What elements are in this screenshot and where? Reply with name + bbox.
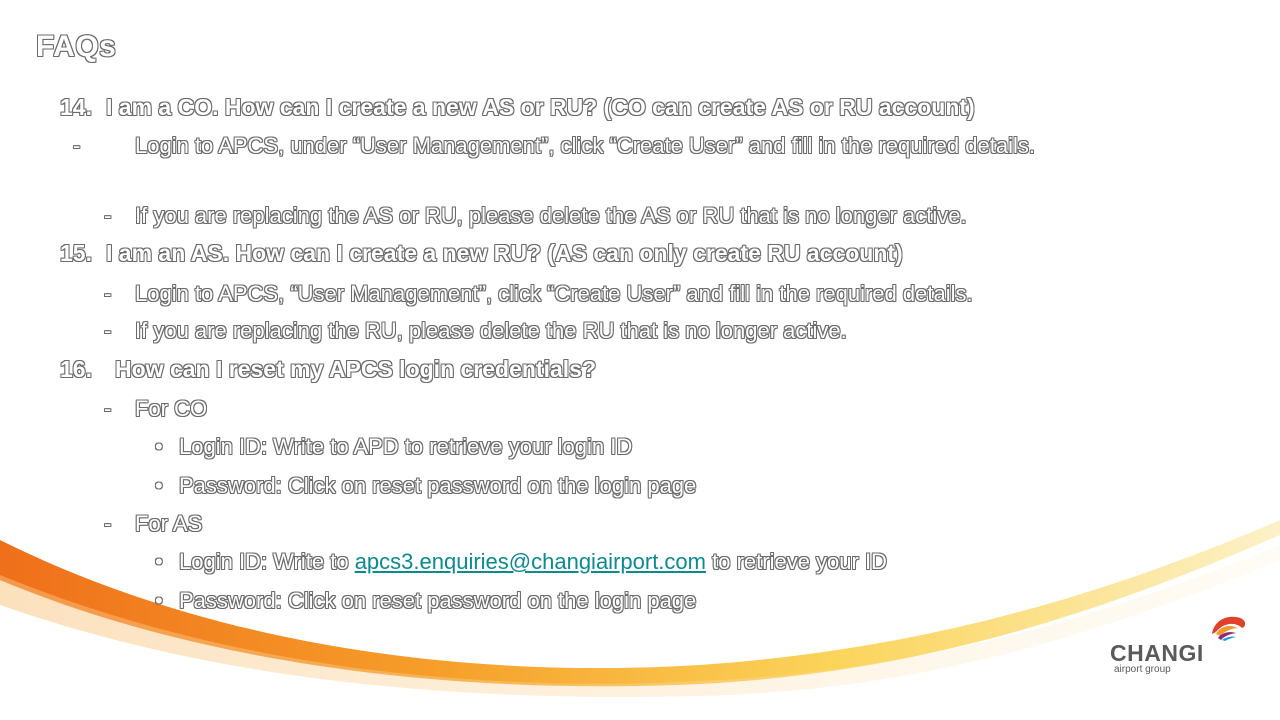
dot-bullet: • — [155, 588, 163, 613]
faq-15-answer-1: - Login to APCS, “User Management”, click… — [104, 278, 973, 310]
faq-16-as-password: • Password: Click on reset password on th… — [155, 588, 696, 614]
email-link[interactable]: apcs3.enquiries@changiairport.com — [355, 549, 706, 574]
logo-subtitle: airport group — [1114, 664, 1171, 675]
faq-16-co-password: • Password: Click on reset password on th… — [155, 473, 696, 499]
question-text: How can I reset my APCS login credential… — [115, 356, 597, 382]
answer-text: For CO — [135, 396, 208, 421]
faq-14-answer-2: - If you are replacing the AS or RU, plea… — [104, 200, 967, 232]
faq-15-answer-2: - If you are replacing the RU, please del… — [104, 315, 847, 347]
dash-bullet: - — [104, 396, 112, 421]
answer-text: If you are replacing the AS or RU, pleas… — [135, 203, 967, 228]
faq-16-as-login: • Login ID: Write to apcs3.enquiries@chan… — [155, 549, 887, 575]
logo-wordmark: CHANGI — [1110, 640, 1204, 666]
faq-14-answer-1: - Login to APCS, under “User Management”,… — [73, 130, 1175, 162]
dot-bullet: • — [155, 549, 163, 574]
question-text: I am an AS. How can I create a new RU? (… — [106, 240, 903, 266]
answer-text: If you are replacing the RU, please dele… — [135, 318, 847, 343]
question-number: 15. — [60, 240, 92, 266]
answer-text-prefix: Login ID: Write to — [179, 549, 349, 574]
question-text: I am a CO. How can I create a new AS or … — [106, 94, 975, 120]
answer-text: Password: Click on reset password on the… — [179, 588, 697, 613]
answer-text-suffix: to retrieve your ID — [712, 549, 887, 574]
page-title: FAQs — [36, 30, 117, 63]
answer-text: Password: Click on reset password on the… — [179, 473, 697, 498]
dash-bullet: - — [104, 511, 112, 536]
faq-16-co-heading: - For CO — [104, 393, 207, 425]
dash-bullet: - — [73, 133, 81, 158]
question-number: 16. — [60, 356, 92, 382]
changi-bird-icon — [1212, 616, 1246, 641]
answer-text: Login to APCS, under “User Management”, … — [135, 133, 1035, 158]
dot-bullet: • — [155, 434, 163, 459]
dash-bullet: - — [104, 203, 112, 228]
changi-logo: CHANGI airport group — [1108, 612, 1248, 678]
dash-bullet: - — [104, 318, 112, 343]
answer-text: Login ID: Write to APD to retrieve your … — [179, 434, 633, 459]
faq-16-as-heading: - For AS — [104, 508, 202, 540]
faq-question-16: 16. How can I reset my APCS login credent… — [60, 356, 596, 383]
answer-text: For AS — [135, 511, 203, 536]
dot-bullet: • — [155, 473, 163, 498]
dash-bullet: - — [104, 281, 112, 306]
faq-question-14: 14. I am a CO. How can I create a new AS … — [60, 94, 975, 121]
question-number: 14. — [60, 94, 92, 120]
faq-question-15: 15. I am an AS. How can I create a new RU… — [60, 240, 903, 267]
faq-16-co-login: • Login ID: Write to APD to retrieve your… — [155, 434, 632, 460]
answer-text: Login to APCS, “User Management”, click … — [135, 281, 973, 306]
